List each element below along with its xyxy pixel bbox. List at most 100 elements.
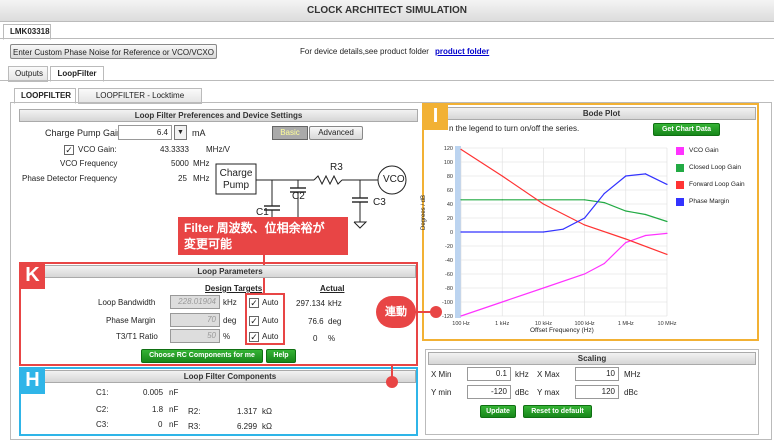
data-point [603, 262, 605, 265]
auto-checkboxes-highlight [245, 293, 285, 345]
t3-t1-ratio-input[interactable]: 50 [170, 329, 220, 343]
chevron-down-icon[interactable]: ▼ [174, 125, 187, 140]
phase-margin-unit: deg [223, 316, 237, 325]
data-point [644, 213, 647, 216]
y-tick-label: 60 [447, 188, 453, 194]
y-axis-label: Degrees / dB [421, 194, 427, 230]
divider [0, 38, 774, 39]
charge-pump-label: Charge Pump Gain: [45, 128, 125, 138]
ymax-label: Y max [537, 388, 560, 397]
ymin-unit: dBc [515, 388, 529, 397]
c2-value: 1.8 [152, 405, 164, 414]
y-tick-label: -80 [445, 286, 453, 292]
c1-value-label: C1: [96, 388, 109, 397]
bode-header: Bode Plot [447, 107, 756, 120]
t3-t1-ratio-actual-unit: % [328, 334, 336, 343]
c1-unit: nF [169, 388, 179, 397]
data-point [460, 199, 462, 201]
data-point [584, 224, 586, 226]
c2-value-label: C2: [96, 405, 109, 414]
y-axis-band [455, 146, 461, 318]
prefs-header: Loop Filter Preferences and Device Setti… [19, 109, 418, 122]
basic-mode-button[interactable]: Basic [272, 126, 308, 140]
r2-value-label: R2: [188, 407, 201, 416]
data-point [644, 173, 647, 175]
xmax-unit: MHz [624, 370, 641, 379]
help-button[interactable]: Help [266, 349, 296, 363]
data-point [542, 199, 544, 201]
loop-bandwidth-label: Loop Bandwidth [98, 298, 156, 307]
tag-h: H [20, 368, 45, 394]
xmin-unit: kHz [515, 370, 529, 379]
y-tick-label: 40 [447, 202, 453, 208]
charge-pump-input[interactable]: 6.4 [118, 125, 172, 140]
link-dot [386, 376, 398, 388]
x-tick-label: 100 Hz [452, 321, 470, 327]
data-point [603, 192, 605, 195]
phase-margin-label: Phase Margin [106, 316, 156, 325]
get-chart-data-button[interactable]: Get Chart Data [653, 123, 720, 136]
advanced-mode-button[interactable]: Advanced [309, 126, 363, 140]
link-callout: 連動 [376, 296, 416, 328]
custom-phase-noise-button[interactable]: Enter Custom Phase Noise for Reference o… [10, 44, 217, 59]
data-point [460, 231, 462, 233]
y-tick-label: -40 [445, 258, 453, 264]
y-tick-label: -100 [442, 300, 453, 306]
data-point [501, 175, 503, 177]
t3-t1-ratio-label: T3/T1 Ratio [116, 332, 158, 341]
y-tick-label: 80 [447, 174, 453, 180]
x-tick-label: 1 kHz [495, 321, 509, 327]
data-point [666, 232, 668, 234]
divider [0, 80, 774, 81]
pd-frequency-label: Phase Detector Frequency [22, 174, 118, 183]
legend-swatch [676, 198, 684, 206]
r2-unit: kΩ [262, 407, 272, 416]
window-title: CLOCK ARCHITECT SIMULATION [0, 0, 774, 22]
ymin-label: Y min [431, 388, 452, 397]
x-axis-label: Offset Frequency (Hz) [530, 327, 594, 334]
data-point [460, 315, 462, 317]
xmin-label: X Min [431, 370, 452, 379]
phase-margin-actual-unit: deg [328, 317, 342, 326]
choose-rc-components-button[interactable]: Choose RC Components for me [141, 349, 263, 363]
loop-bandwidth-actual: 297.134 [296, 299, 325, 308]
bode-hint: n the legend to turn on/off the series. [449, 124, 580, 133]
loop-bandwidth-unit: kHz [223, 298, 237, 307]
data-point [666, 220, 668, 223]
ymin-input[interactable]: -120 [467, 385, 511, 399]
c3-unit: nF [169, 420, 179, 429]
c2-label: C2 [292, 191, 305, 202]
tag-i: I [423, 104, 448, 130]
update-button[interactable]: Update [480, 405, 516, 418]
reset-default-button[interactable]: Reset to default [523, 405, 592, 418]
data-point [584, 199, 586, 201]
xmax-input[interactable]: 10 [575, 367, 619, 381]
vco-frequency-label: VCO Frequency [60, 159, 118, 168]
legend-swatch [676, 147, 684, 155]
data-point [644, 234, 647, 237]
y-tick-label: 0 [450, 230, 453, 236]
device-details-text: For device details,see product folder [300, 47, 429, 56]
data-point [625, 175, 627, 177]
y-tick-label: 20 [447, 216, 453, 222]
data-point [542, 287, 544, 289]
scaling-header: Scaling [428, 352, 756, 365]
ymax-input[interactable]: 120 [575, 385, 619, 399]
loop-bandwidth-input[interactable]: 228.01904 [170, 295, 220, 309]
xmin-input[interactable]: 0.1 [467, 367, 511, 381]
data-point [584, 217, 586, 219]
vco-gain-unit: MHz/V [206, 145, 230, 154]
filter-callout: Filter 周波数、位相余裕が 変更可能 [178, 217, 348, 255]
product-folder-link[interactable]: product folder [435, 47, 489, 56]
vco-frequency-unit: MHz [193, 159, 210, 168]
data-point [625, 238, 627, 240]
y-tick-label: -120 [442, 314, 453, 320]
vco-gain-checkbox[interactable]: ✓ [64, 145, 74, 155]
data-point [501, 199, 503, 201]
design-targets-header: Design Targets [205, 284, 263, 293]
c2-unit: nF [169, 405, 179, 414]
phase-margin-actual: 76.6 [308, 317, 324, 326]
data-point [501, 301, 503, 303]
phase-margin-input[interactable]: 70 [170, 313, 220, 327]
vco-frequency-value: 5000 [171, 159, 189, 168]
